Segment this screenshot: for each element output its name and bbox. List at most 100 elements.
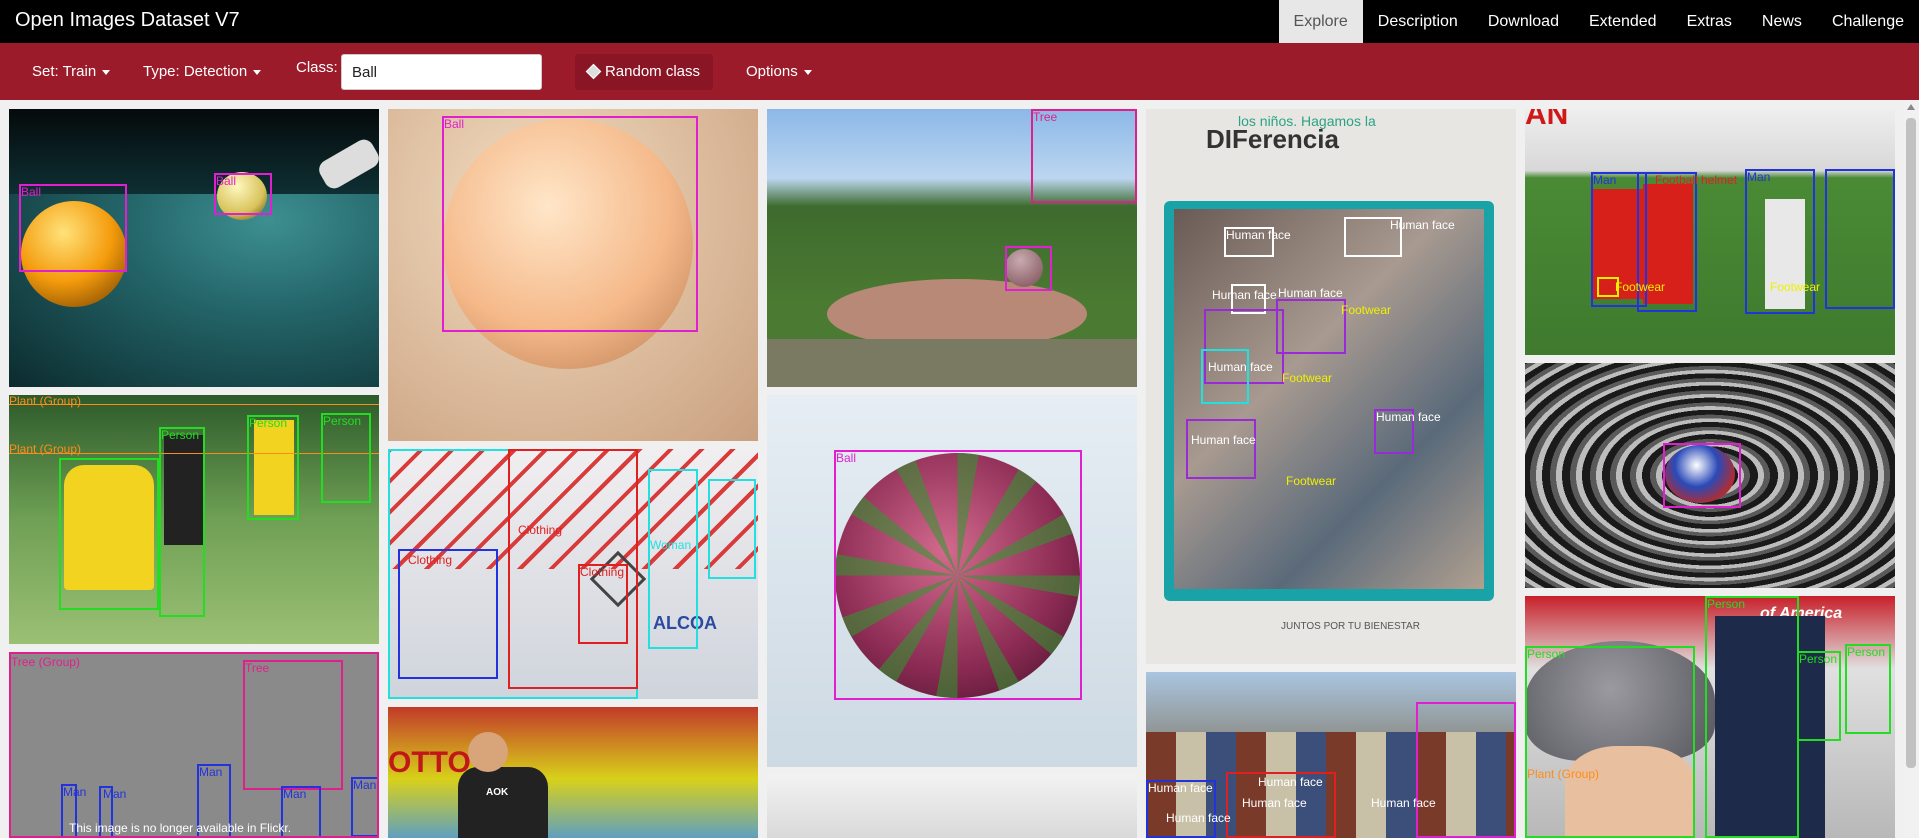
nav-download[interactable]: Download bbox=[1473, 0, 1574, 43]
set-dropdown[interactable]: Set: Train bbox=[32, 43, 111, 100]
nav-explore[interactable]: Explore bbox=[1278, 0, 1363, 43]
chevron-down-icon bbox=[102, 69, 111, 75]
bbox bbox=[834, 450, 1082, 700]
type-dropdown[interactable]: Type: Detection bbox=[143, 43, 262, 100]
class-input[interactable] bbox=[341, 54, 542, 90]
bbox bbox=[247, 415, 299, 520]
cube-icon bbox=[585, 63, 602, 80]
image-card[interactable]: Ball bbox=[388, 109, 758, 441]
options-dropdown[interactable]: Options bbox=[746, 43, 812, 100]
bbox-label: Tree bbox=[1033, 110, 1058, 124]
bbox-label: Human face bbox=[1148, 781, 1213, 795]
image-card[interactable]: los niños. Hagamos la DIFerencia JUNTOS … bbox=[1146, 109, 1516, 664]
image-notice: This image is no longer available in Fli… bbox=[69, 821, 292, 835]
bbox-label: Ball bbox=[836, 451, 857, 465]
bbox-label: Footwear bbox=[1770, 280, 1821, 294]
bbox-label: Ball bbox=[444, 117, 465, 131]
image-gallery: Ball Ball Plant (Group) Plant (Group) Pe… bbox=[0, 100, 1919, 838]
image-card[interactable]: Human face Human face Human face Human f… bbox=[1146, 672, 1516, 838]
image-card[interactable]: Tree (Group) Tree Man Man Man Man Man Th… bbox=[9, 652, 379, 838]
bbox-label: Man bbox=[1747, 170, 1771, 184]
bbox-label: Human face bbox=[1166, 811, 1231, 825]
bbox-label: Man bbox=[353, 778, 377, 792]
image-card[interactable] bbox=[1525, 363, 1895, 588]
image-card[interactable]: ALCOA Clothing Woman Clothing Clothing bbox=[388, 449, 758, 699]
bbox-label: Man bbox=[283, 787, 307, 801]
bbox-label: Person bbox=[1527, 647, 1566, 661]
bbox-label: Footwear bbox=[1341, 303, 1392, 317]
bbox bbox=[1705, 596, 1799, 838]
bbox-label: Person bbox=[249, 416, 288, 430]
bbox-label: Tree (Group) bbox=[11, 655, 80, 669]
bbox-label: Human face bbox=[1376, 410, 1441, 424]
bbox-label: Person bbox=[323, 414, 362, 428]
poster-footer: JUNTOS POR TU BIENESTAR bbox=[1281, 621, 1420, 632]
bbox-label: Man bbox=[1593, 173, 1617, 187]
bbox bbox=[1525, 646, 1695, 838]
chevron-down-icon bbox=[803, 69, 812, 75]
bbox-label: Human face bbox=[1226, 228, 1291, 242]
image-card[interactable]: of America Person Person Person Person P… bbox=[1525, 596, 1895, 838]
nav-extras[interactable]: Extras bbox=[1672, 0, 1747, 43]
bbox-label: Human face bbox=[1212, 288, 1277, 302]
bbox-label: Man bbox=[103, 787, 127, 801]
bbox-label: Plant (Group) bbox=[9, 442, 82, 456]
nav-challenge[interactable]: Challenge bbox=[1817, 0, 1919, 43]
bbox-label: Plant (Group) bbox=[9, 395, 82, 408]
options-label: Options bbox=[746, 63, 798, 80]
bbox bbox=[243, 660, 343, 790]
class-label: Class: bbox=[296, 59, 338, 76]
image-card[interactable]: Ball bbox=[767, 395, 1137, 767]
image-card[interactable]: Ball Ball bbox=[9, 109, 379, 387]
bbox-label: Person bbox=[161, 428, 200, 442]
bbox-label: Ball bbox=[216, 174, 237, 188]
bbox bbox=[1005, 246, 1052, 291]
bbox-label: Football helmet bbox=[1655, 173, 1738, 187]
scrollbar-thumb[interactable] bbox=[1906, 118, 1916, 768]
bbox-label: Human face bbox=[1242, 796, 1307, 810]
page-scrollbar[interactable] bbox=[1903, 100, 1919, 838]
app-title[interactable]: Open Images Dataset V7 bbox=[15, 9, 240, 32]
random-class-button[interactable]: Random class bbox=[575, 54, 713, 90]
bbox-label: Plant (Group) bbox=[1527, 767, 1600, 781]
nav-extended[interactable]: Extended bbox=[1574, 0, 1672, 43]
bbox bbox=[159, 427, 205, 617]
bbox-label: Man bbox=[199, 765, 223, 779]
bbox-label: Woman bbox=[650, 538, 692, 552]
bbox-label: Clothing bbox=[580, 565, 625, 579]
bbox bbox=[442, 116, 698, 332]
chevron-down-icon bbox=[253, 69, 262, 75]
image-card[interactable]: Tree bbox=[767, 109, 1137, 387]
jersey-logo: AOK bbox=[486, 787, 509, 798]
bbox bbox=[1186, 419, 1256, 479]
filter-toolbar: Set: Train Type: Detection Class: Random… bbox=[0, 43, 1919, 100]
bbox bbox=[1276, 299, 1346, 354]
bbox-label: Human face bbox=[1258, 775, 1323, 789]
set-dropdown-label: Set: Train bbox=[32, 63, 97, 80]
banner-text: OTTO bbox=[388, 746, 471, 779]
bbox-label: Human face bbox=[1390, 218, 1455, 232]
random-class-label: Random class bbox=[604, 63, 701, 80]
bbox-label: Man bbox=[63, 785, 87, 799]
bbox-label: Ball bbox=[21, 185, 42, 199]
nav-news[interactable]: News bbox=[1747, 0, 1817, 43]
main-nav: Explore Description Download Extended Ex… bbox=[1278, 0, 1919, 43]
nav-description[interactable]: Description bbox=[1363, 0, 1473, 43]
type-dropdown-label: Type: Detection bbox=[143, 63, 248, 80]
scroll-up-icon[interactable] bbox=[1907, 104, 1915, 110]
bbox-label: Person bbox=[1799, 652, 1838, 666]
bbox bbox=[59, 458, 159, 610]
bbox bbox=[648, 469, 698, 649]
image-card[interactable]: Plant (Group) Plant (Group) Person Perso… bbox=[9, 395, 379, 644]
bbox-label: Human face bbox=[1208, 360, 1273, 374]
image-card[interactable] bbox=[767, 775, 1137, 838]
bbox bbox=[1825, 169, 1895, 309]
bbox-label: Person bbox=[1707, 597, 1746, 611]
bbox-label: Human face bbox=[1278, 286, 1343, 300]
poster-title: DIFerencia bbox=[1206, 124, 1339, 154]
image-card[interactable]: OTTO AOK bbox=[388, 707, 758, 838]
stadium-sign: AN bbox=[1525, 109, 1569, 131]
image-card[interactable]: AN Man Football helmet Man Footwear Foot… bbox=[1525, 109, 1895, 355]
bbox-label: Footwear bbox=[1615, 280, 1666, 294]
bbox bbox=[1201, 349, 1249, 404]
